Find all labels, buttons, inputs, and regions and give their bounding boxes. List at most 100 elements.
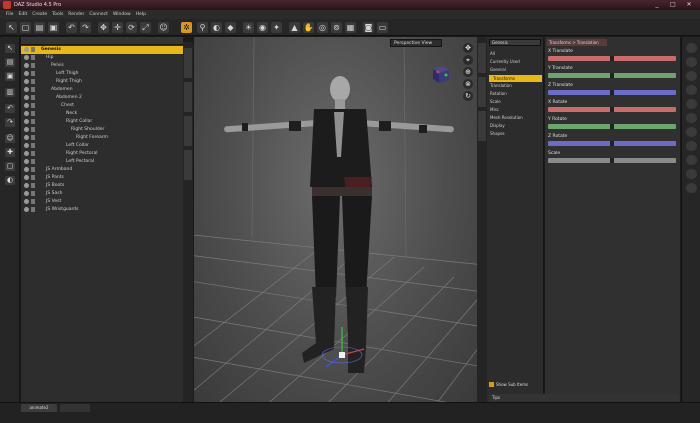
folder-icon[interactable]: ▣ (5, 72, 15, 81)
figure-icon[interactable]: ✋ (303, 22, 314, 33)
lock-icon[interactable] (31, 159, 35, 164)
lock-icon[interactable] (31, 47, 35, 52)
joint-icon[interactable]: ✚ (5, 148, 15, 157)
scene-item[interactable]: Abdomen 2 (21, 94, 183, 102)
visibility-eye-icon[interactable] (24, 119, 29, 124)
puppeteer-pane-icon[interactable] (686, 127, 697, 137)
visibility-eye-icon[interactable] (24, 95, 29, 100)
pose-icon[interactable]: ☺ (5, 134, 15, 143)
prop-icon[interactable]: ◎ (317, 22, 328, 33)
lights-pane-icon[interactable] (686, 141, 697, 151)
universal-tool-icon[interactable]: ✲ (181, 22, 192, 33)
spotlight-icon[interactable]: ✦ (271, 22, 282, 33)
scene-item[interactable]: Right Thigh (21, 78, 183, 86)
close-button[interactable]: ✕ (684, 1, 694, 8)
lock-icon[interactable] (31, 95, 35, 100)
render-settings-icon[interactable]: ▦ (345, 22, 356, 33)
tab-shaping[interactable] (184, 150, 192, 180)
scene-item[interactable]: Right Forearm (21, 134, 183, 142)
parameter-slider[interactable] (548, 90, 676, 95)
menu-window[interactable]: Window (113, 12, 131, 17)
slider-knob[interactable] (610, 158, 614, 163)
param-group-item[interactable]: Mesh Resolution (490, 115, 523, 120)
parameter-slider[interactable] (548, 141, 676, 146)
visibility-eye-icon[interactable] (24, 63, 29, 68)
lock-icon[interactable] (31, 71, 35, 76)
timeline-pane-icon[interactable] (686, 113, 697, 123)
save-icon[interactable]: ▣ (48, 22, 59, 33)
tab-smart-content[interactable] (184, 116, 192, 146)
slider-knob[interactable] (610, 73, 614, 78)
lock-icon[interactable] (31, 151, 35, 156)
primitive-icon[interactable]: ▲ (289, 22, 300, 33)
view-dropdown[interactable]: Perspective View (390, 39, 442, 47)
scale-tool-icon[interactable]: ⤢ (140, 22, 151, 33)
slider-knob[interactable] (610, 56, 614, 61)
light-icon[interactable]: ☀ (243, 22, 254, 33)
scene-item[interactable]: JS Armband (21, 166, 183, 174)
surface-selection-icon[interactable]: ◐ (211, 22, 222, 33)
parameter-slider[interactable] (548, 56, 676, 61)
lock-icon[interactable] (31, 207, 35, 212)
param-group-item[interactable]: Transforms (489, 75, 542, 82)
scene-item[interactable]: JS Wristguards (21, 206, 183, 214)
lock-icon[interactable] (31, 135, 35, 140)
render-icon[interactable]: ⊚ (331, 22, 342, 33)
scene-item[interactable]: Right Pectoral (21, 150, 183, 158)
3d-viewport[interactable]: Perspective View ✥ ⌖ ⊕ ⊗ ↻ (194, 37, 477, 402)
open-icon[interactable]: ▤ (34, 22, 45, 33)
save-icon[interactable]: ▥ (5, 88, 15, 97)
menu-tools[interactable]: Tools (52, 12, 63, 17)
scene-item[interactable]: JS Vest (21, 198, 183, 206)
param-group-item[interactable]: Scale (490, 99, 501, 104)
redo-icon[interactable]: ↷ (5, 118, 15, 127)
param-group-item[interactable]: Display (490, 123, 505, 128)
scene-item[interactable]: Left Pectoral (21, 158, 183, 166)
undo-icon[interactable]: ↶ (66, 22, 77, 33)
visibility-eye-icon[interactable] (24, 191, 29, 196)
tab-content[interactable] (184, 82, 192, 112)
surface-icon[interactable]: ◐ (5, 176, 15, 185)
scene-item[interactable]: Chest (21, 102, 183, 110)
node-dropdown[interactable]: Genesis (489, 39, 541, 46)
node-icon[interactable]: ▢ (5, 162, 15, 171)
lock-icon[interactable] (31, 55, 35, 60)
menu-help[interactable]: Help (136, 12, 146, 17)
node-select-icon[interactable]: ✥ (98, 22, 109, 33)
param-group-item[interactable]: All (490, 51, 495, 56)
figure-pane-icon[interactable] (686, 183, 697, 193)
tab-animate[interactable]: animate2 (21, 404, 57, 412)
zoom-icon[interactable]: ⊕ (463, 67, 473, 77)
undo-icon[interactable]: ↶ (5, 104, 15, 113)
scene-item[interactable]: JS Sash (21, 190, 183, 198)
param-group-item[interactable]: Shapes (490, 131, 505, 136)
scene-item[interactable]: Hip (21, 54, 183, 62)
tab-scene[interactable] (184, 48, 192, 78)
param-group-item[interactable]: Misc (490, 107, 499, 112)
active-pose-icon[interactable]: ☺ (158, 22, 169, 33)
param-group-item[interactable]: Translation (490, 83, 512, 88)
lock-icon[interactable] (31, 87, 35, 92)
lock-icon[interactable] (31, 143, 35, 148)
parameters-pane-icon[interactable] (686, 43, 697, 53)
translate-tool-icon[interactable]: ✛ (112, 22, 123, 33)
lock-icon[interactable] (31, 167, 35, 172)
content-library-icon[interactable]: ▤ (5, 58, 15, 67)
scene-item[interactable]: Genesis (21, 46, 183, 54)
scene-item[interactable]: JS Boots (21, 182, 183, 190)
scene-item[interactable]: Left Thigh (21, 70, 183, 78)
visibility-eye-icon[interactable] (24, 79, 29, 84)
visibility-eye-icon[interactable] (24, 199, 29, 204)
visibility-eye-icon[interactable] (24, 207, 29, 212)
tab-parameters[interactable] (478, 43, 486, 73)
lock-icon[interactable] (31, 103, 35, 108)
new-scene-icon[interactable]: ▢ (20, 22, 31, 33)
menu-render[interactable]: Render (68, 12, 84, 17)
lock-icon[interactable] (31, 183, 35, 188)
rotate-view-icon[interactable]: ↻ (463, 91, 473, 101)
tab-surfaces[interactable] (478, 77, 486, 107)
scene-item[interactable]: Right Collar (21, 118, 183, 126)
menu-file[interactable]: File (6, 12, 14, 17)
settings-icon[interactable] (686, 85, 697, 95)
visibility-eye-icon[interactable] (24, 175, 29, 180)
